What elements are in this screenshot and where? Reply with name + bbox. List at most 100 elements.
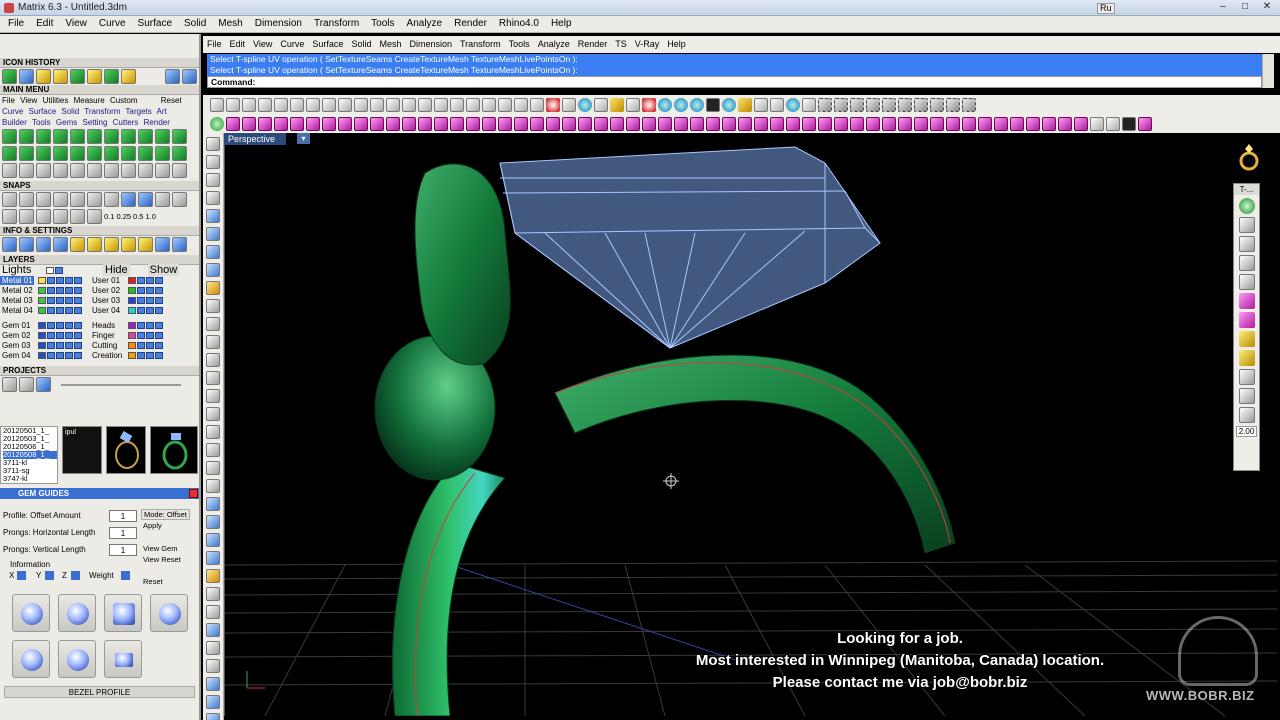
vertical-tool-icon[interactable] — [206, 443, 220, 457]
toolbar-command-icon[interactable] — [722, 97, 736, 112]
module-tool-icon[interactable] — [138, 163, 153, 178]
layer-toggle[interactable] — [74, 286, 82, 294]
vertical-tool-icon[interactable] — [206, 551, 220, 565]
toolbar-command-icon[interactable] — [370, 116, 384, 131]
toolbar-command-icon[interactable] — [610, 116, 624, 131]
layer-name[interactable]: Heads — [90, 321, 124, 330]
history-tool-icon[interactable] — [2, 69, 17, 84]
layer-color-swatch[interactable] — [38, 296, 46, 304]
toolbar-command-icon[interactable] — [930, 116, 944, 131]
module-solid[interactable]: Solid — [61, 107, 79, 116]
layer-name[interactable]: Metal 01 — [0, 275, 34, 285]
matrix-menu-solid[interactable]: Solid — [176, 16, 210, 32]
matrix-menu-view[interactable]: View — [57, 16, 91, 32]
minimize-button[interactable]: – — [1212, 1, 1234, 14]
toolbar-command-icon[interactable] — [306, 97, 320, 112]
module-tool-icon[interactable] — [36, 146, 51, 161]
vertical-tool-icon[interactable] — [206, 245, 220, 259]
layer-toggle[interactable] — [47, 296, 55, 304]
snap-value[interactable]: 0.5 — [133, 212, 143, 221]
snap-value[interactable]: 1.0 — [145, 212, 155, 221]
layer-color-swatch[interactable] — [38, 351, 46, 359]
tsplines-value-field[interactable]: 2.00 — [1236, 426, 1257, 437]
layer-toggle[interactable] — [47, 341, 55, 349]
layer-toggle[interactable] — [56, 351, 64, 359]
layer-toggle[interactable] — [56, 276, 64, 284]
layer-toggle[interactable] — [65, 341, 73, 349]
project-thumbnail[interactable] — [150, 426, 198, 474]
toolbar-command-icon[interactable] — [786, 97, 800, 112]
layer-name[interactable]: Finger — [90, 331, 124, 340]
matrix-menu-curve[interactable]: Curve — [91, 16, 130, 32]
layer-toggle[interactable] — [137, 276, 145, 284]
main-menu-tab-measure[interactable]: Measure — [74, 96, 105, 105]
view-gem-button[interactable]: View Gem — [141, 544, 179, 555]
module-tool-icon[interactable] — [87, 146, 102, 161]
bezel-profile-gem-button[interactable] — [58, 594, 96, 632]
toolbar-command-icon[interactable] — [1026, 116, 1040, 131]
snap-icon[interactable] — [87, 209, 102, 224]
vertical-tool-icon[interactable] — [206, 299, 220, 313]
layer-name[interactable]: Creation — [90, 351, 124, 360]
command-input[interactable]: Command: — [207, 76, 1262, 88]
rhino-menu-surface[interactable]: Surface — [308, 36, 347, 53]
module-tool-icon[interactable] — [155, 163, 170, 178]
toolbar-command-icon[interactable] — [706, 97, 720, 112]
module-render[interactable]: Render — [144, 118, 170, 127]
layer-toggle[interactable] — [56, 321, 64, 329]
main-menu-tab-custom[interactable]: Custom — [110, 96, 138, 105]
settings-icon[interactable] — [2, 237, 17, 252]
toolbar-command-icon[interactable] — [706, 116, 720, 131]
vertical-tool-icon[interactable] — [206, 389, 220, 403]
module-cutters[interactable]: Cutters — [113, 118, 139, 127]
layer-toggle[interactable] — [137, 306, 145, 314]
vertical-tool-icon[interactable] — [206, 227, 220, 241]
info-x-value[interactable] — [17, 571, 26, 580]
layer-toggle[interactable] — [47, 321, 55, 329]
box-face-icon[interactable] — [1239, 293, 1255, 309]
snap-icon[interactable] — [70, 192, 85, 207]
toolbar-command-icon[interactable] — [946, 116, 960, 131]
vertical-tool-icon[interactable] — [206, 533, 220, 547]
module-tool-icon[interactable] — [2, 129, 17, 144]
toolbar-command-icon[interactable] — [402, 97, 416, 112]
layer-toggle[interactable] — [74, 351, 82, 359]
rhino-menu-view[interactable]: View — [249, 36, 276, 53]
module-tool-icon[interactable] — [104, 163, 119, 178]
vertical-tool-icon[interactable] — [206, 605, 220, 619]
toolbar-command-icon[interactable] — [370, 97, 384, 112]
module-tool-icon[interactable] — [53, 163, 68, 178]
toolbar-command-icon[interactable] — [850, 116, 864, 131]
layer-toggle[interactable] — [47, 276, 55, 284]
layer-toggle[interactable] — [155, 341, 163, 349]
module-tool-icon[interactable] — [172, 146, 187, 161]
module-targets[interactable]: Targets — [126, 107, 152, 116]
viewport-tab-menu[interactable]: ▾ — [297, 133, 310, 144]
toolbar-command-icon[interactable] — [962, 116, 976, 131]
layer-name[interactable]: User 04 — [90, 306, 124, 315]
module-tool-icon[interactable] — [104, 146, 119, 161]
module-builder[interactable]: Builder — [2, 118, 27, 127]
snap-icon[interactable] — [2, 209, 17, 224]
matrix-menu-file[interactable]: File — [0, 16, 28, 32]
toolbar-command-icon[interactable] — [802, 97, 816, 112]
thumb-size-slider[interactable] — [61, 384, 181, 386]
gumball-icon[interactable] — [1239, 274, 1255, 290]
vertical-tool-icon[interactable] — [206, 515, 220, 529]
settings-icon[interactable] — [19, 237, 34, 252]
layer-toggle[interactable] — [74, 296, 82, 304]
settings-icon[interactable] — [172, 237, 187, 252]
toolbar-command-icon[interactable] — [866, 116, 880, 131]
toolbar-command-icon[interactable] — [226, 116, 240, 131]
toolbar-command-icon[interactable] — [642, 116, 656, 131]
vertical-tool-icon[interactable] — [206, 407, 220, 421]
layer-toggle[interactable] — [155, 306, 163, 314]
toolbar-command-icon[interactable] — [914, 116, 928, 131]
module-tool-icon[interactable] — [2, 146, 17, 161]
layer-toggle[interactable] — [74, 276, 82, 284]
layer-color-swatch[interactable] — [38, 306, 46, 314]
toolbar-command-icon[interactable] — [882, 116, 896, 131]
matrix-menu-dimension[interactable]: Dimension — [247, 16, 306, 32]
toolbar-command-icon[interactable] — [658, 97, 672, 112]
toolbar-command-icon[interactable] — [1058, 116, 1072, 131]
